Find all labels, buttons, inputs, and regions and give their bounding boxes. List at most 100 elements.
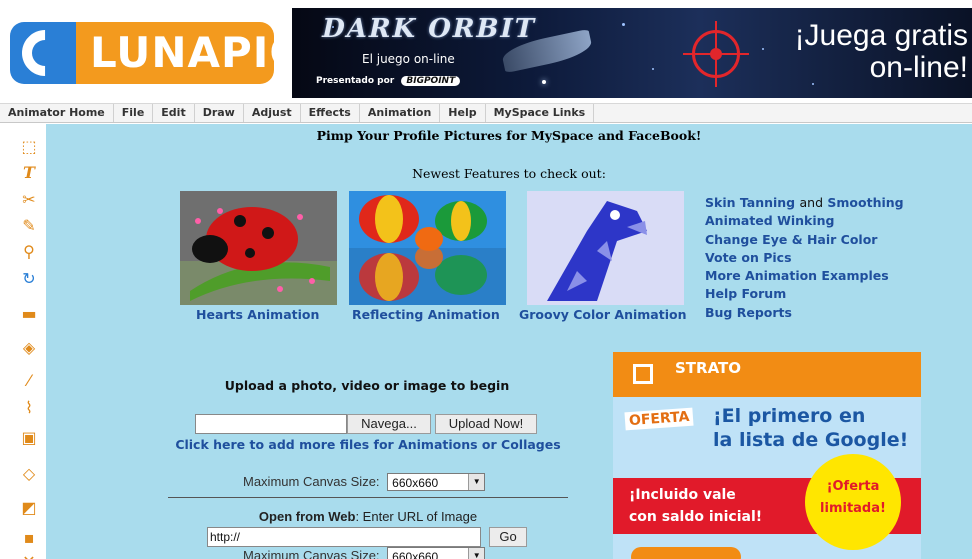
newest-features-heading: Newest Features to check out: (412, 166, 606, 181)
upload-now-button[interactable]: Upload Now! (435, 414, 537, 434)
ad-cta: ¡Juega gratis on-line! (778, 20, 968, 84)
web-canvas-size-select[interactable]: 660x660 ▼ (387, 547, 486, 559)
ad-incluido-text: ¡Incluido vale con saldo inicial! (629, 484, 762, 528)
more-animation-examples-link[interactable]: More Animation Examples (705, 267, 965, 285)
eraser-icon[interactable]: ◇ (18, 462, 40, 484)
open-from-web-label: Open from Web (258, 509, 356, 524)
strato-ad[interactable]: STRATO OFERTA ¡El primero en la lista de… (613, 352, 921, 559)
ad-headline-line1: ¡El primero en (713, 405, 866, 427)
burst-text: ¡Oferta limitada! (809, 476, 897, 520)
eyedropper-icon[interactable]: ⁄ (18, 369, 40, 391)
lunapic-logo[interactable]: LUNAPIC (10, 22, 300, 84)
open-folder-icon[interactable]: ◩ (18, 496, 40, 518)
menu-effects[interactable]: Effects (301, 104, 360, 122)
burst-line1: ¡Oferta (826, 479, 880, 494)
and-text: and (799, 195, 824, 210)
go-button[interactable]: Go (489, 527, 527, 547)
file-path-field[interactable] (195, 414, 347, 434)
help-forum-link[interactable]: Help Forum (705, 285, 965, 303)
image-url-input[interactable]: http:// (207, 527, 481, 547)
browse-button[interactable]: Navega... (347, 414, 431, 434)
main-content: Pimp Your Profile Pictures for MySpace a… (46, 124, 972, 559)
logo-text: LUNAPIC (76, 22, 300, 84)
ad-presented-text: Presentado por (316, 76, 395, 86)
tool-palette: ⬚ T ✂ ✎ ⚲ ↻ ▬ ◈ ⁄ ⌇ ▣ ◇ ◩ ▪ ✕ (9, 124, 46, 559)
change-eye-hair-link[interactable]: Change Eye & Hair Color (705, 231, 965, 249)
strato-brand: STRATO (675, 359, 742, 377)
ad-headline-line2: la lista de Google! (713, 429, 909, 451)
ad-headline: ¡El primero en la lista de Google! (713, 404, 913, 452)
pencil-icon[interactable]: ✎ (18, 214, 40, 236)
groovy-color-animation-thumbnail[interactable] (527, 191, 684, 305)
menu-file[interactable]: File (114, 104, 154, 122)
menu-myspace-links[interactable]: MySpace Links (486, 104, 595, 122)
hearts-animation-thumbnail[interactable] (180, 191, 337, 305)
menu-help[interactable]: Help (440, 104, 486, 122)
rotate-icon[interactable]: ↻ (18, 267, 40, 289)
upload-canvas-size-value: 660x660 (392, 476, 439, 490)
ad-sponsor: BIGPOINT (401, 76, 461, 86)
smoothing-link[interactable]: Smoothing (827, 195, 903, 210)
skin-tanning-line: Skin Tanning and Smoothing (705, 194, 965, 212)
page-headline: Pimp Your Profile Pictures for MySpace a… (316, 128, 702, 143)
menu-animator-home[interactable]: Animator Home (0, 104, 114, 122)
text-icon[interactable]: T (18, 161, 40, 183)
menu-draw[interactable]: Draw (195, 104, 244, 122)
menu-adjust[interactable]: Adjust (244, 104, 301, 122)
reflecting-animation-link[interactable]: Reflecting Animation (352, 307, 500, 322)
strato-ad-header: STRATO (613, 352, 921, 397)
open-from-web-hint: : Enter URL of Image (355, 509, 478, 524)
bug-reports-link[interactable]: Bug Reports (705, 304, 965, 322)
open-from-web-heading: Open from Web: Enter URL of Image (168, 509, 568, 524)
paint-bucket-icon[interactable]: ◈ (18, 336, 40, 358)
feature-links-list: Skin Tanning and Smoothing Animated Wink… (705, 194, 965, 322)
ladybug-image (180, 191, 337, 305)
ad-presented-by: Presentado por BIGPOINT (316, 76, 461, 86)
balloons-image (349, 191, 506, 305)
web-canvas-size-row: Maximum Canvas Size: 660x660 ▼ (243, 547, 486, 559)
chevron-down-icon: ▼ (468, 548, 485, 559)
menu-animation[interactable]: Animation (360, 104, 441, 122)
oferta-tag: OFERTA (624, 407, 695, 431)
stamp-icon[interactable]: ▣ (18, 426, 40, 448)
ad-game-title: DARK ORBIT (318, 14, 539, 44)
vote-on-pics-link[interactable]: Vote on Pics (705, 249, 965, 267)
main-menu-bar: Animator Home File Edit Draw Adjust Effe… (0, 103, 972, 123)
groovy-color-animation-link[interactable]: Groovy Color Animation (519, 307, 686, 322)
web-canvas-size-value: 660x660 (392, 550, 439, 559)
burst-line2: limitada! (820, 501, 886, 516)
chevron-down-icon: ▼ (468, 474, 485, 490)
menu-edit[interactable]: Edit (153, 104, 195, 122)
hearts-animation-link[interactable]: Hearts Animation (196, 307, 319, 322)
ad-incluido-line2: con saldo inicial! (629, 509, 763, 525)
upload-canvas-size-label: Maximum Canvas Size: (243, 474, 380, 489)
moon-logo-icon (10, 22, 76, 84)
skin-tanning-link[interactable]: Skin Tanning (705, 195, 795, 210)
section-divider (168, 497, 568, 498)
game-ad-banner[interactable]: DARK ORBIT El juego on-line Presentado p… (292, 8, 972, 98)
strato-logo-icon (633, 364, 653, 384)
upload-canvas-size-select[interactable]: 660x660 ▼ (387, 473, 486, 491)
brush-icon[interactable]: ⌇ (18, 396, 40, 418)
ad-cta-line1: ¡Juega gratis (794, 19, 968, 52)
save-icon[interactable]: ▪ (18, 526, 40, 548)
ad-cta-pill (631, 547, 741, 559)
ad-incluido-line1: ¡Incluido vale (629, 487, 736, 503)
oferta-limitada-burst: ¡Oferta limitada! (809, 458, 897, 546)
animated-winking-link[interactable]: Animated Winking (705, 212, 965, 230)
giraffe-image (527, 191, 684, 305)
add-more-files-link[interactable]: Click here to add more files for Animati… (168, 437, 568, 452)
ad-cta-line2: on-line! (869, 51, 968, 84)
lunapic-page: LUNAPIC DARK ORBIT El juego on-line Pres… (0, 0, 972, 559)
upload-canvas-size-row: Maximum Canvas Size: 660x660 ▼ (243, 473, 486, 491)
web-canvas-size-label: Maximum Canvas Size: (243, 548, 380, 559)
select-icon[interactable]: ⬚ (18, 135, 40, 157)
ad-subtitle: El juego on-line (362, 52, 455, 66)
rectangle-icon[interactable]: ▬ (18, 302, 40, 324)
close-icon[interactable]: ✕ (18, 550, 40, 559)
magnifier-icon[interactable]: ⚲ (18, 240, 40, 262)
reflecting-animation-thumbnail[interactable] (349, 191, 506, 305)
crosshair-icon (683, 21, 749, 87)
upload-heading: Upload a photo, video or image to begin (224, 378, 510, 393)
scissors-icon[interactable]: ✂ (18, 188, 40, 210)
